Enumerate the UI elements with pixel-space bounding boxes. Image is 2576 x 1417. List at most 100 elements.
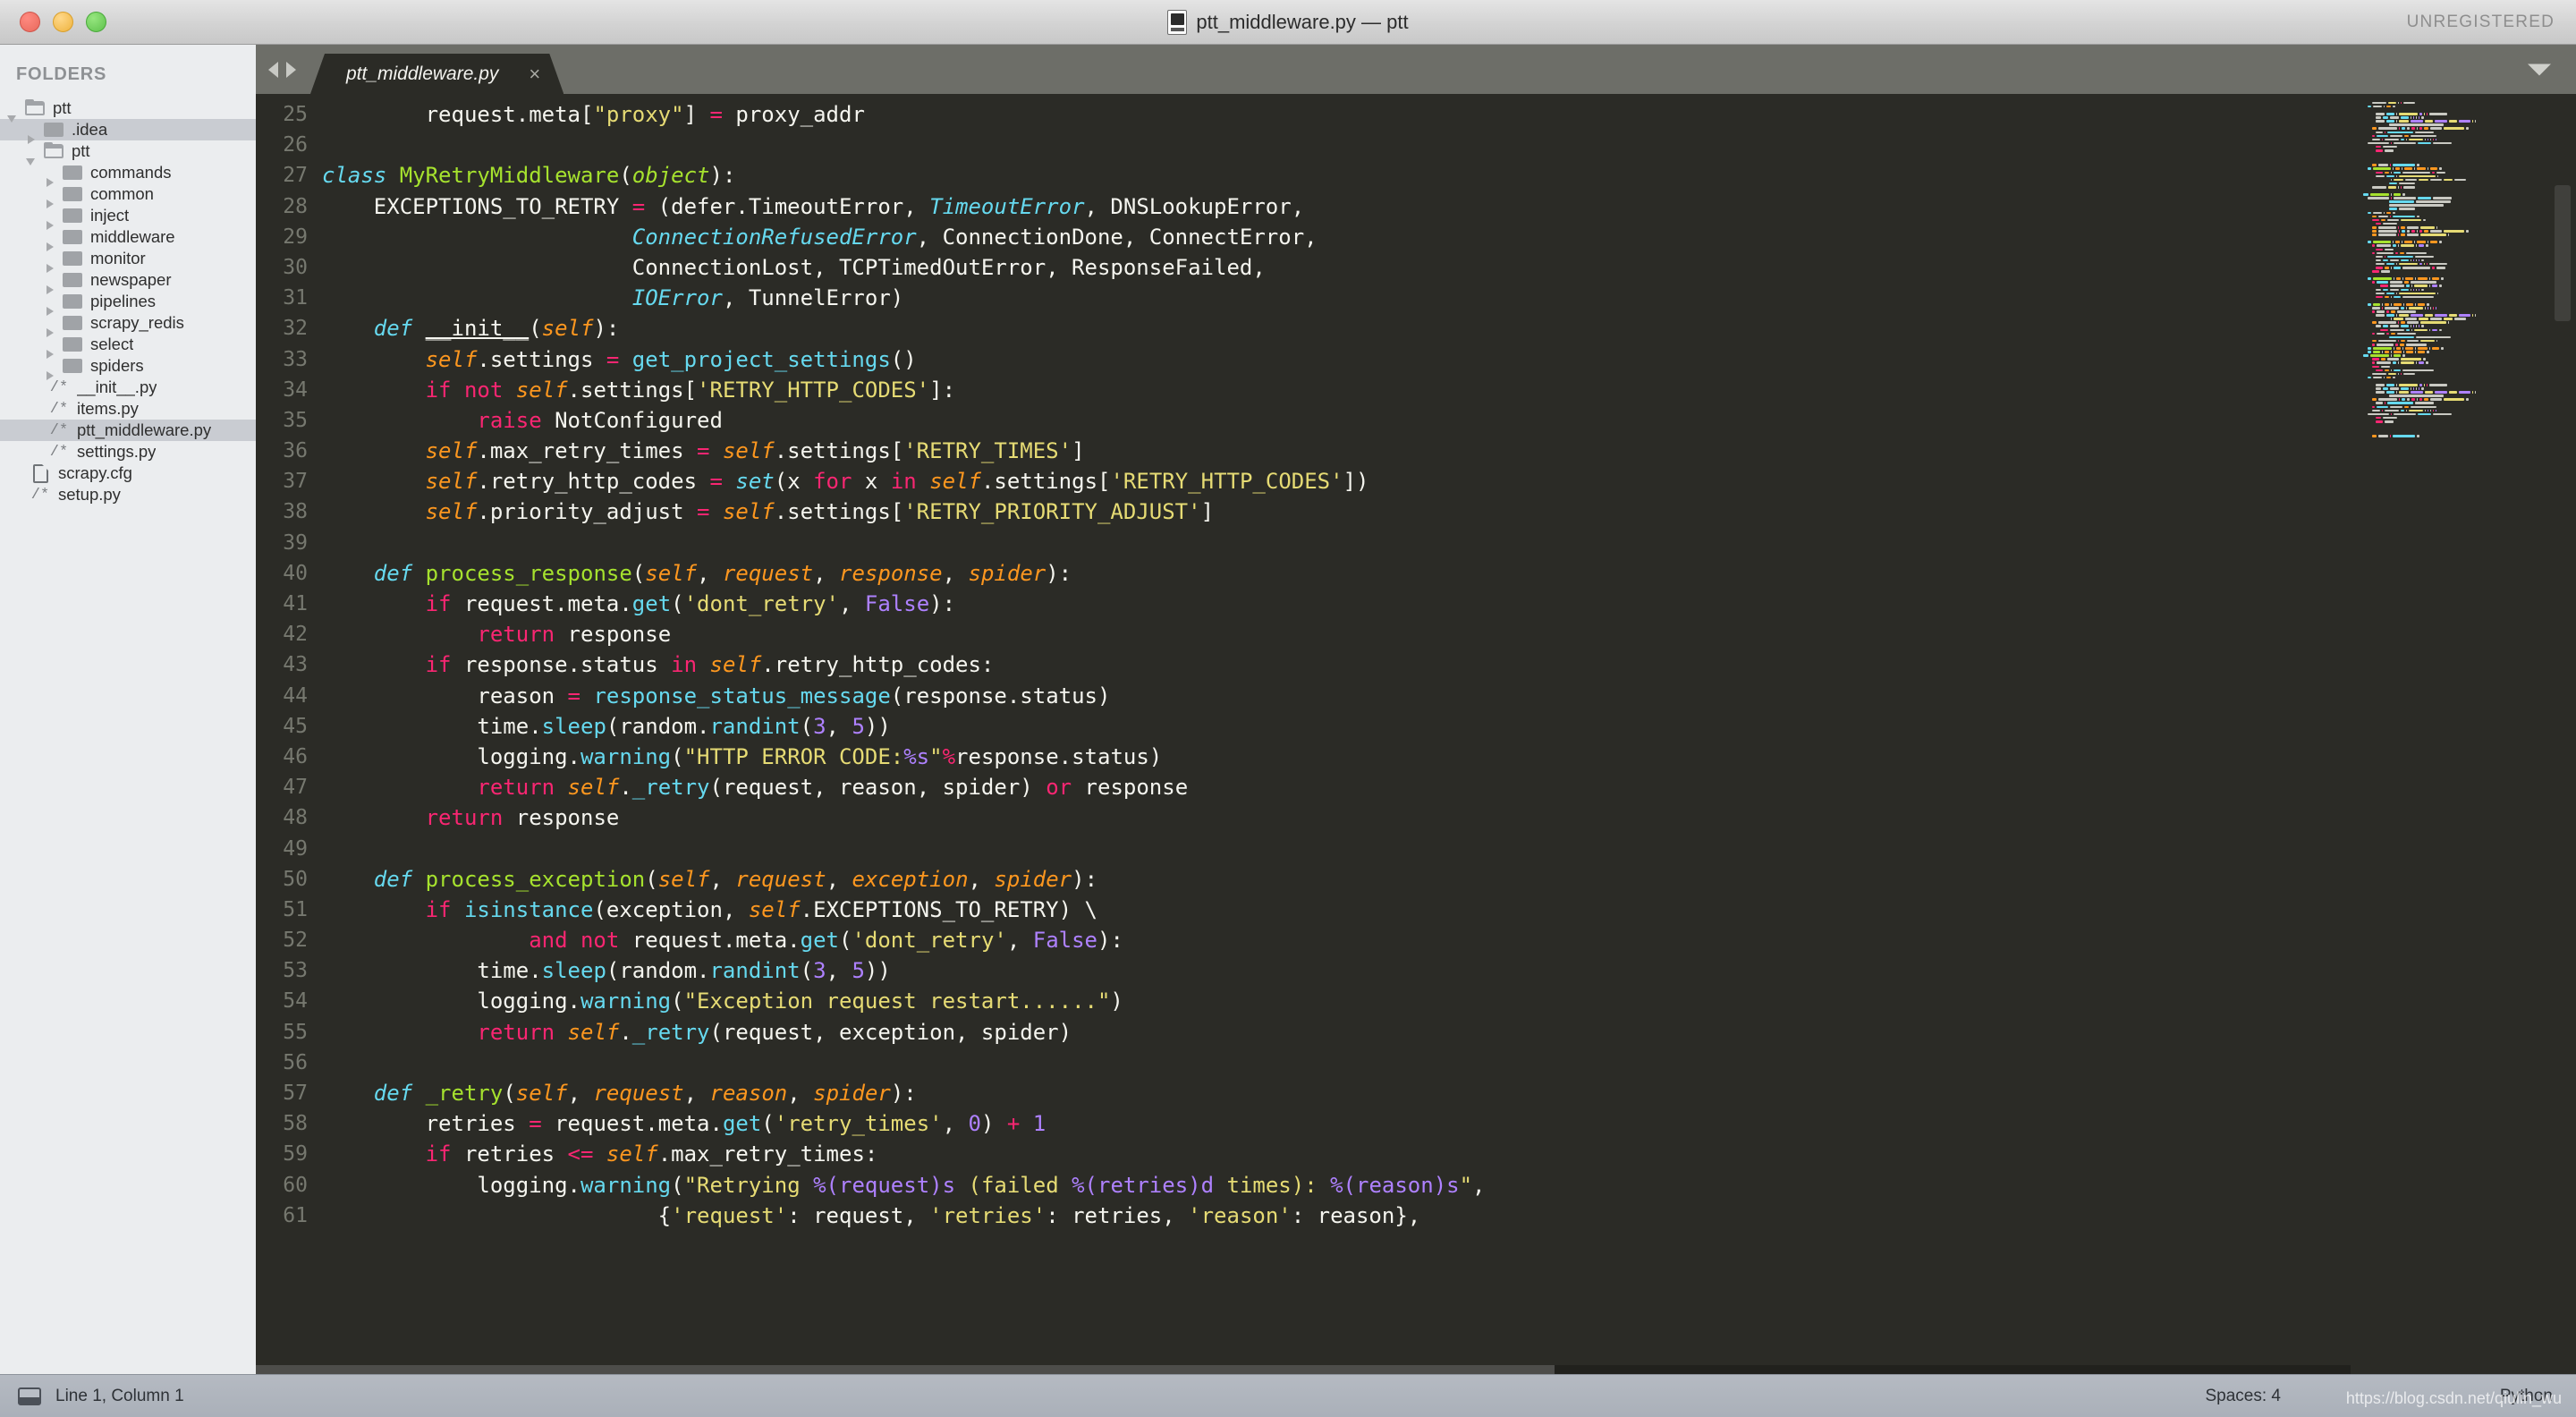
code-line[interactable]: 54 logging.warning("Exception request re… — [256, 986, 2351, 1016]
horizontal-scrollbar[interactable] — [256, 1365, 2351, 1374]
code-line[interactable]: 61 {'request': request, 'retries': retri… — [256, 1201, 2351, 1231]
code-token: (x — [774, 469, 814, 495]
sidebar-item-select[interactable]: select — [0, 334, 256, 359]
code-token: def — [373, 866, 413, 892]
code-token: raise — [477, 407, 542, 433]
code-line[interactable]: 34 if not self.settings['RETRY_HTTP_CODE… — [256, 375, 2351, 405]
code-line[interactable]: 45 time.sleep(random.randint(3, 5)) — [256, 711, 2351, 742]
line-number: 36 — [283, 439, 308, 463]
code-line[interactable]: 38 self.priority_adjust = self.settings[… — [256, 496, 2351, 527]
syntax-mode-label[interactable]: Python — [2500, 1387, 2553, 1406]
code-line[interactable]: 36 self.max_retry_times = self.settings[… — [256, 436, 2351, 466]
code-line[interactable]: 32 def __init__(self): — [256, 313, 2351, 344]
sidebar-item-monitor[interactable]: monitor — [0, 248, 256, 273]
arrow-left-icon[interactable] — [268, 61, 278, 78]
close-icon[interactable]: × — [529, 64, 540, 84]
line-number: 26 — [283, 133, 308, 157]
console-toggle-icon[interactable] — [18, 1387, 41, 1405]
code-line[interactable]: 31 IOError, TunnelError) — [256, 283, 2351, 313]
sidebar-item-pipelines[interactable]: pipelines — [0, 291, 256, 316]
code-line[interactable]: 55 return self._retry(request, exception… — [256, 1017, 2351, 1048]
sidebar-item-scrapy-redis[interactable]: scrapy_redis — [0, 312, 256, 337]
code-token: ( — [671, 743, 684, 769]
tab-nav-arrows[interactable] — [256, 45, 310, 94]
code-line[interactable]: 58 retries = request.meta.get('retry_tim… — [256, 1108, 2351, 1139]
minimize-window-button[interactable] — [53, 12, 73, 32]
code-token: , — [942, 1111, 969, 1137]
code-line[interactable]: 53 time.sleep(random.randint(3, 5)) — [256, 955, 2351, 986]
code-line[interactable]: 42 return response — [256, 619, 2351, 649]
code-line[interactable]: 28 EXCEPTIONS_TO_RETRY = (defer.TimeoutE… — [256, 191, 2351, 222]
code-line[interactable]: 52 and not request.meta.get('dont_retry'… — [256, 925, 2351, 955]
code-line[interactable]: 26 — [256, 130, 2351, 160]
code-line[interactable]: 43 if response.status in self.retry_http… — [256, 649, 2351, 680]
code-editor-area[interactable]: 25 request.meta["proxy"] = proxy_addr 26 … — [256, 94, 2351, 1374]
sidebar-item-init-py[interactable]: /* __init__.py — [0, 377, 256, 398]
code-token: .settings[ — [774, 499, 904, 525]
minimap[interactable] — [2351, 94, 2576, 1374]
sidebar-item-idea[interactable]: .idea — [0, 119, 256, 144]
code-line[interactable]: 50 def process_exception(self, request, … — [256, 864, 2351, 895]
sidebar-item-settings-py[interactable]: /* settings.py — [0, 441, 256, 462]
sidebar-item-newspaper[interactable]: newspaper — [0, 269, 256, 294]
code-token: 3 — [813, 958, 826, 984]
sidebar-item-ptt[interactable]: ptt — [0, 98, 256, 123]
code-token: %(request)s — [813, 1172, 956, 1198]
code-line[interactable]: 40 def process_response(self, request, r… — [256, 558, 2351, 589]
code-line[interactable]: 27 class MyRetryMiddleware(object): — [256, 160, 2351, 191]
line-number: 33 — [283, 347, 308, 371]
code-line[interactable]: 39 — [256, 528, 2351, 558]
sidebar-item-label: commands — [90, 163, 172, 182]
sidebar-item-middleware[interactable]: middleware — [0, 226, 256, 251]
code-line[interactable]: 57 def _retry(self, request, reason, spi… — [256, 1078, 2351, 1108]
arrow-forward-icon[interactable] — [286, 61, 296, 78]
sidebar-item-inject[interactable]: inject — [0, 205, 256, 230]
code-lines[interactable]: 25 request.meta["proxy"] = proxy_addr 26 … — [256, 99, 2351, 1231]
sidebar-item-setup-py[interactable]: /* setup.py — [0, 484, 256, 505]
sidebar-item-scrapy-cfg[interactable]: scrapy.cfg — [0, 462, 256, 484]
code-line[interactable]: 60 logging.warning("Retrying %(request)s… — [256, 1170, 2351, 1201]
chevron-down-icon[interactable] — [2528, 64, 2551, 75]
code-line[interactable]: 59 if retries <= self.max_retry_times: — [256, 1139, 2351, 1169]
code-line[interactable]: 29 ConnectionRefusedError, ConnectionDon… — [256, 222, 2351, 252]
sidebar-item-spiders[interactable]: spiders — [0, 355, 256, 380]
sidebar-item-ptt-middleware-py[interactable]: /* ptt_middleware.py — [0, 420, 256, 441]
code-line[interactable]: 56 — [256, 1048, 2351, 1078]
sidebar-item-commands[interactable]: commands — [0, 162, 256, 187]
zoom-window-button[interactable] — [86, 12, 106, 32]
sidebar-item-items-py[interactable]: /* items.py — [0, 398, 256, 420]
code-line[interactable]: 37 self.retry_http_codes = set(x for x i… — [256, 466, 2351, 496]
sidebar-item-label: ptt — [53, 98, 72, 117]
minimap-viewport-handle[interactable] — [2555, 185, 2571, 321]
code-token: if — [425, 1141, 452, 1167]
code-line[interactable]: 49 — [256, 834, 2351, 864]
code-line[interactable]: 44 reason = response_status_message(resp… — [256, 681, 2351, 711]
sidebar-item-ptt[interactable]: ptt — [0, 140, 256, 165]
tab-ptt-middleware[interactable]: ptt_middleware.py × — [310, 54, 564, 94]
code-line[interactable]: 35 raise NotConfigured — [256, 405, 2351, 436]
code-token: class — [322, 163, 387, 189]
sidebar-tree-list[interactable]: ptt .idea ptt commands common inject middlewar… — [0, 98, 256, 505]
code-line[interactable]: 48 return response — [256, 802, 2351, 833]
code-token: _retry — [425, 1081, 504, 1106]
line-number: 56 — [283, 1050, 308, 1074]
code-line[interactable]: 41 if request.meta.get('dont_retry', Fal… — [256, 589, 2351, 619]
line-number: 43 — [283, 653, 308, 677]
code-line[interactable]: 33 self.settings = get_project_settings(… — [256, 344, 2351, 375]
code-token: warning — [580, 989, 672, 1014]
line-number: 58 — [283, 1112, 308, 1136]
code-line[interactable]: 46 logging.warning("HTTP ERROR CODE:%s"%… — [256, 742, 2351, 772]
sidebar-item-common[interactable]: common — [0, 183, 256, 208]
close-window-button[interactable] — [20, 12, 40, 32]
code-line[interactable]: 30 ConnectionLost, TCPTimedOutError, Res… — [256, 252, 2351, 283]
sidebar-file-tree[interactable]: FOLDERS ptt .idea ptt commands common inject m… — [0, 45, 256, 1374]
code-line[interactable]: 25 request.meta["proxy"] = proxy_addr — [256, 99, 2351, 130]
indentation-setting[interactable]: Spaces: 4 — [2206, 1387, 2282, 1406]
code-line[interactable]: 47 return self._retry(request, reason, s… — [256, 772, 2351, 802]
source-file-icon: /* — [49, 378, 69, 396]
code-line[interactable]: 51 if isinstance(exception, self.EXCEPTI… — [256, 895, 2351, 925]
